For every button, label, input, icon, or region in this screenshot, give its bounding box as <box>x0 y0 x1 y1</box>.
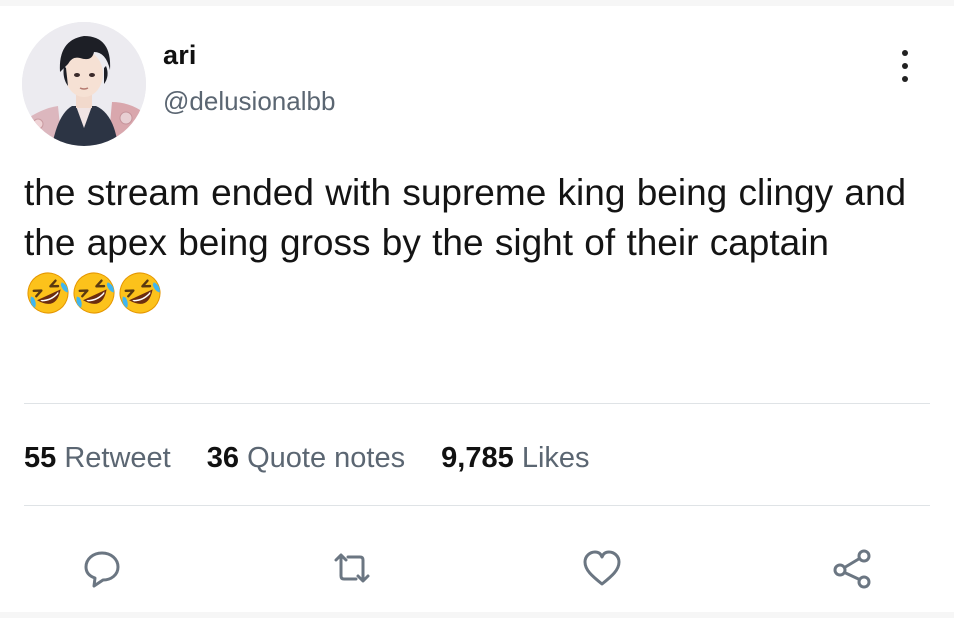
share-button[interactable] <box>830 546 874 590</box>
reply-button[interactable] <box>80 546 124 590</box>
retweet-count: 55 <box>24 442 57 474</box>
divider-bottom <box>24 505 930 506</box>
tweet-card: ari @delusionalbb the stream ended with … <box>0 6 954 612</box>
author-handle[interactable]: @delusionalbb <box>163 86 335 117</box>
retweet-icon <box>334 553 370 583</box>
like-button[interactable] <box>580 546 624 590</box>
tweet-stats: 55 Retweet 36 Quote notes 9,785 Likes <box>24 442 618 475</box>
retweet-button[interactable] <box>330 546 374 590</box>
quote-label: Quote notes <box>247 442 406 474</box>
like-stat[interactable]: 9,785 Likes <box>441 442 589 475</box>
like-icon <box>583 550 621 586</box>
tweet-text: the stream ended with supreme king being… <box>24 168 934 328</box>
emoji-group <box>26 271 164 328</box>
retweet-label: Retweet <box>64 442 171 474</box>
rolling-on-floor-laughing-emoji <box>119 272 161 314</box>
avatar[interactable] <box>22 22 146 146</box>
retweet-stat[interactable]: 55 Retweet <box>24 442 171 475</box>
like-label: Likes <box>521 442 590 474</box>
rolling-on-floor-laughing-emoji <box>27 272 69 314</box>
divider-top <box>24 403 930 404</box>
author-name[interactable]: ari <box>163 40 197 71</box>
like-count: 9,785 <box>441 442 514 474</box>
tweet-body: the stream ended with supreme king being… <box>24 172 918 263</box>
reply-icon <box>84 551 120 588</box>
rolling-on-floor-laughing-emoji <box>73 272 115 314</box>
share-icon <box>833 549 871 589</box>
quote-count: 36 <box>206 442 240 474</box>
quote-stat[interactable]: 36 Quote notes <box>207 442 405 475</box>
more-options-icon[interactable] <box>893 46 917 86</box>
avatar-illustration <box>22 22 146 146</box>
